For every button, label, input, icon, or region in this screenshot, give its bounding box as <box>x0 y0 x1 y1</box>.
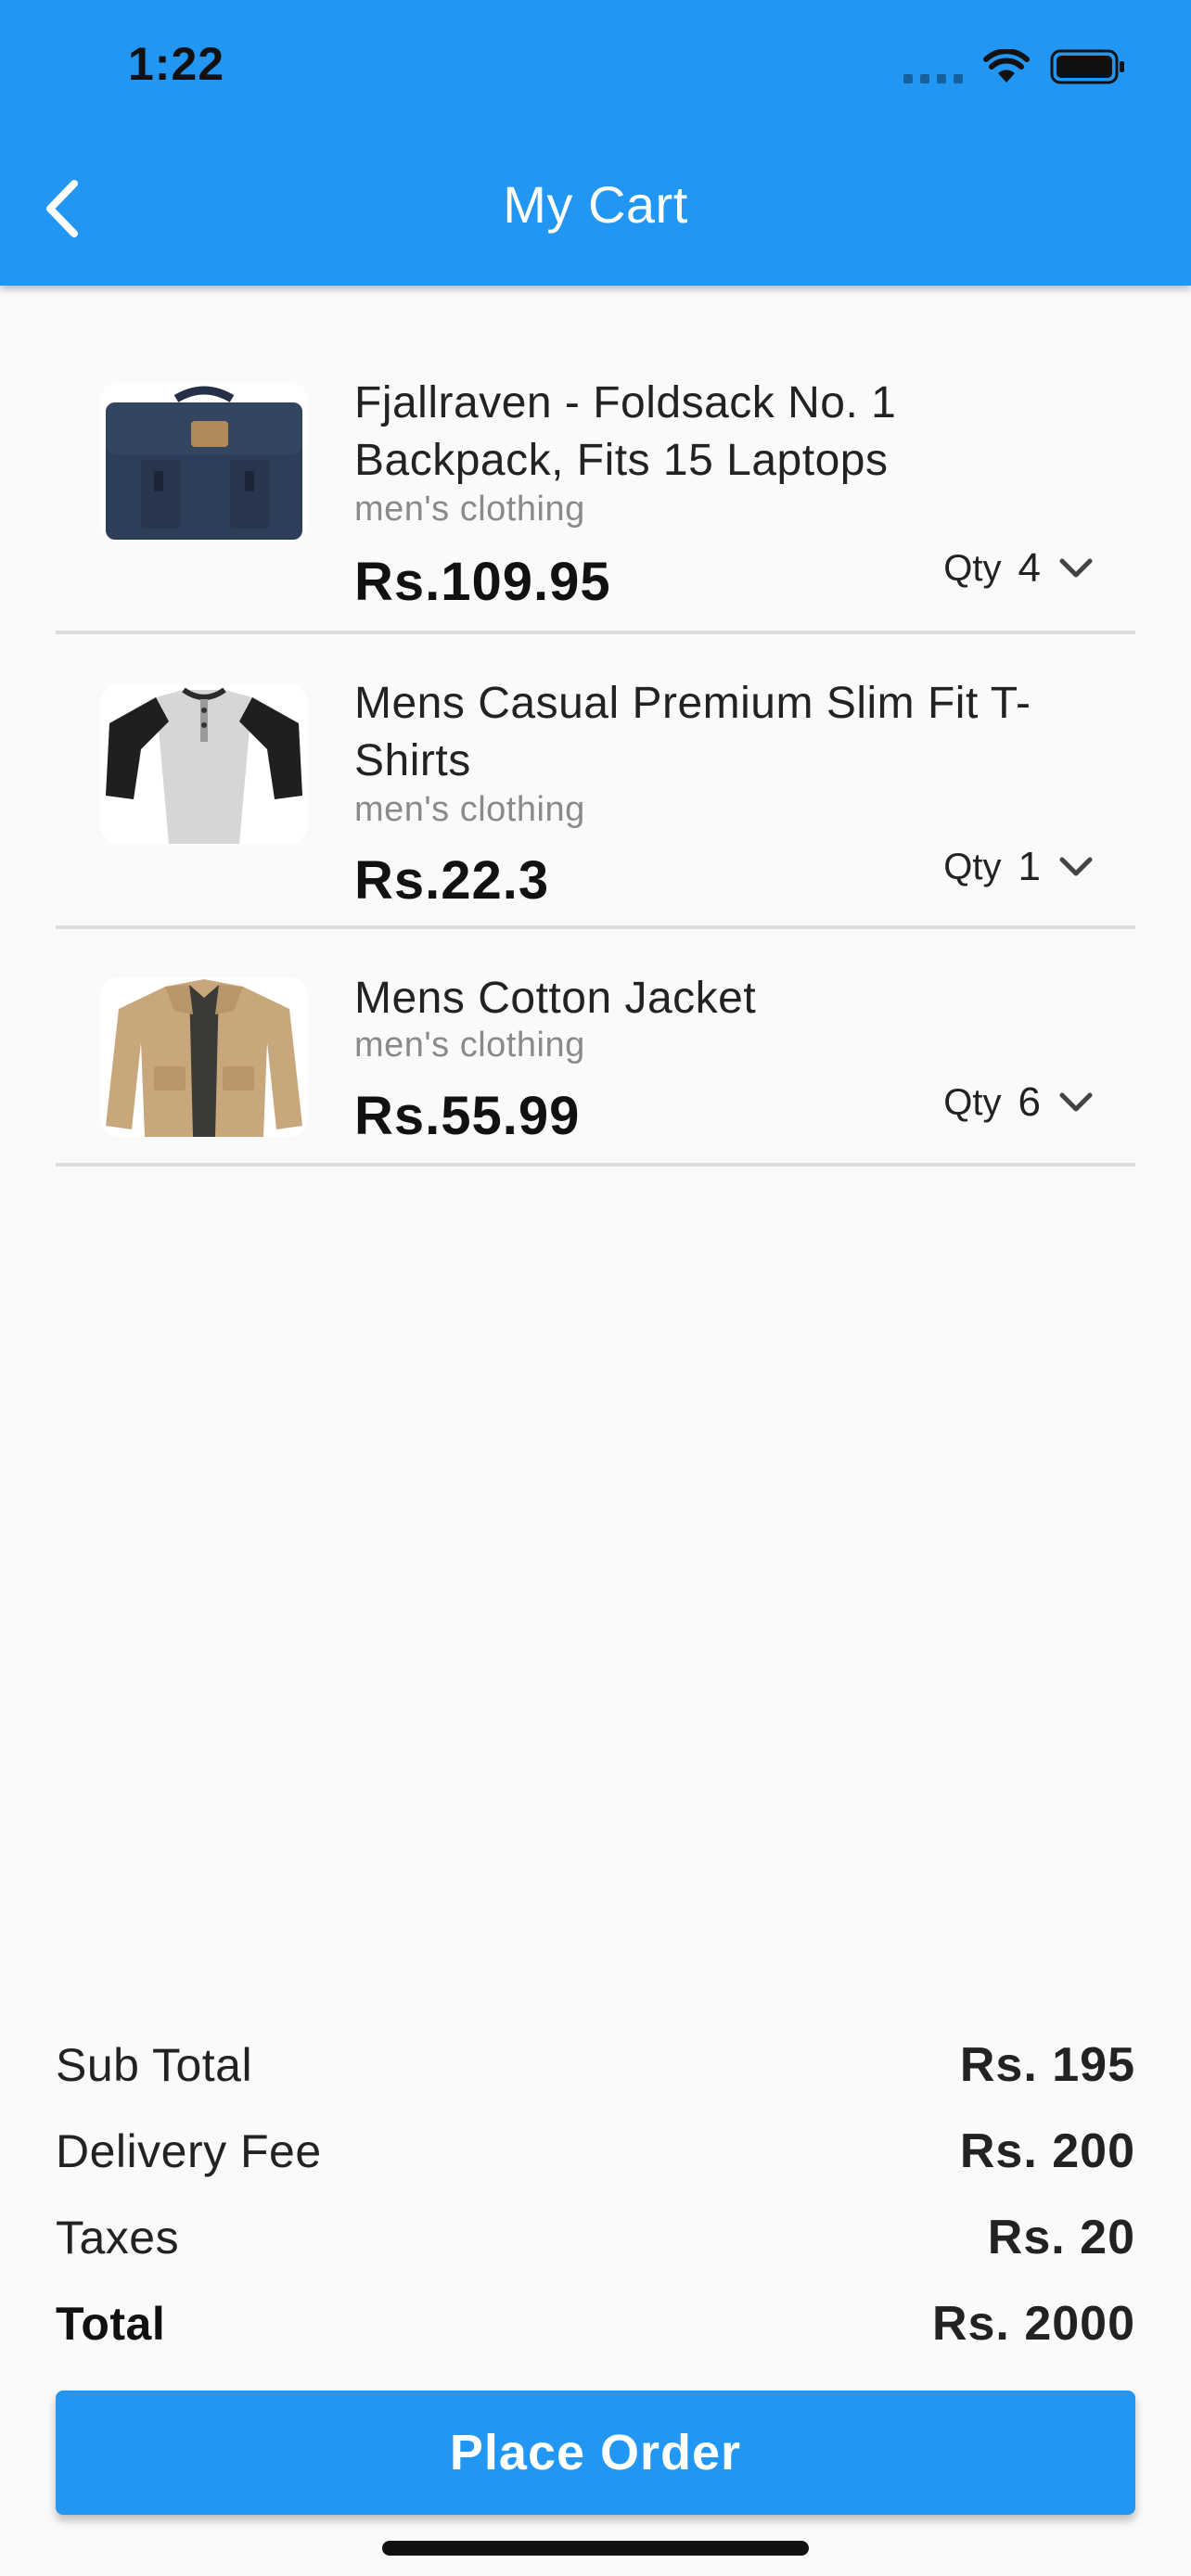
product-image-tshirt <box>100 684 308 844</box>
product-price: Rs.55.99 <box>354 1086 581 1146</box>
cart-item[interactable]: Mens Cotton Jacket men's clothing Rs.55.… <box>56 929 1135 1167</box>
quantity-value: 1 <box>1018 844 1041 889</box>
summary-label: Sub Total <box>56 2038 253 2091</box>
quantity-dropdown[interactable]: Qty 6 <box>943 1079 1095 1126</box>
product-title: Mens Casual Premium Slim Fit T-Shirts <box>354 679 1031 785</box>
battery-icon <box>1050 49 1124 84</box>
quantity-label: Qty <box>943 846 1002 887</box>
status-time: 1:22 <box>128 38 225 90</box>
cart-item[interactable]: Fjallraven - Foldsack No. 1 Backpack, Fi… <box>56 334 1135 634</box>
cart-list: Fjallraven - Foldsack No. 1 Backpack, Fi… <box>56 334 1135 1167</box>
summary-label: Total <box>56 2297 166 2350</box>
quantity-label: Qty <box>943 1081 1002 1123</box>
quantity-dropdown[interactable]: Qty 1 <box>943 844 1095 890</box>
chevron-down-icon <box>1059 558 1093 578</box>
summary-label: Delivery Fee <box>56 2124 322 2177</box>
summary-row-delivery-fee: Delivery Fee Rs. 200 <box>56 2108 1135 2194</box>
quantity-value: 4 <box>1018 545 1041 591</box>
product-title: Fjallraven - Foldsack No. 1 Backpack, Fi… <box>354 378 897 485</box>
summary-value: Rs. 195 <box>959 2037 1135 2092</box>
summary-value: Rs. 200 <box>959 2123 1135 2178</box>
status-icons <box>903 48 1126 85</box>
summary-row-subtotal: Sub Total Rs. 195 <box>56 2021 1135 2108</box>
summary-value: Rs. 2000 <box>931 2296 1135 2351</box>
cart-item[interactable]: Mens Casual Premium Slim Fit T-Shirts me… <box>56 634 1135 929</box>
cellular-signal-icon <box>903 74 963 83</box>
summary-value: Rs. 20 <box>987 2210 1135 2264</box>
product-image-jacket <box>100 977 308 1137</box>
summary-label: Taxes <box>56 2211 180 2264</box>
product-category: men's clothing <box>354 1026 585 1065</box>
product-image-backpack <box>100 382 308 542</box>
summary-row-taxes: Taxes Rs. 20 <box>56 2194 1135 2280</box>
summary-row-total: Total Rs. 2000 <box>56 2280 1135 2366</box>
place-order-button[interactable]: Place Order <box>56 2391 1135 2515</box>
home-indicator[interactable] <box>382 2541 809 2556</box>
page-title: My Cart <box>503 175 688 234</box>
quantity-label: Qty <box>943 547 1002 589</box>
product-price: Rs.22.3 <box>354 850 550 911</box>
product-price: Rs.109.95 <box>354 552 611 612</box>
product-category: men's clothing <box>354 490 585 529</box>
wifi-icon <box>983 49 1030 83</box>
chevron-down-icon <box>1059 1092 1093 1112</box>
app-bar: 1:22 My Cart <box>0 0 1191 286</box>
product-title: Mens Cotton Jacket <box>354 974 757 1023</box>
quantity-dropdown[interactable]: Qty 4 <box>943 545 1095 592</box>
quantity-value: 6 <box>1018 1079 1041 1125</box>
product-category: men's clothing <box>354 790 585 829</box>
chevron-down-icon <box>1059 857 1093 876</box>
order-summary: Sub Total Rs. 195 Delivery Fee Rs. 200 T… <box>56 2021 1135 2366</box>
